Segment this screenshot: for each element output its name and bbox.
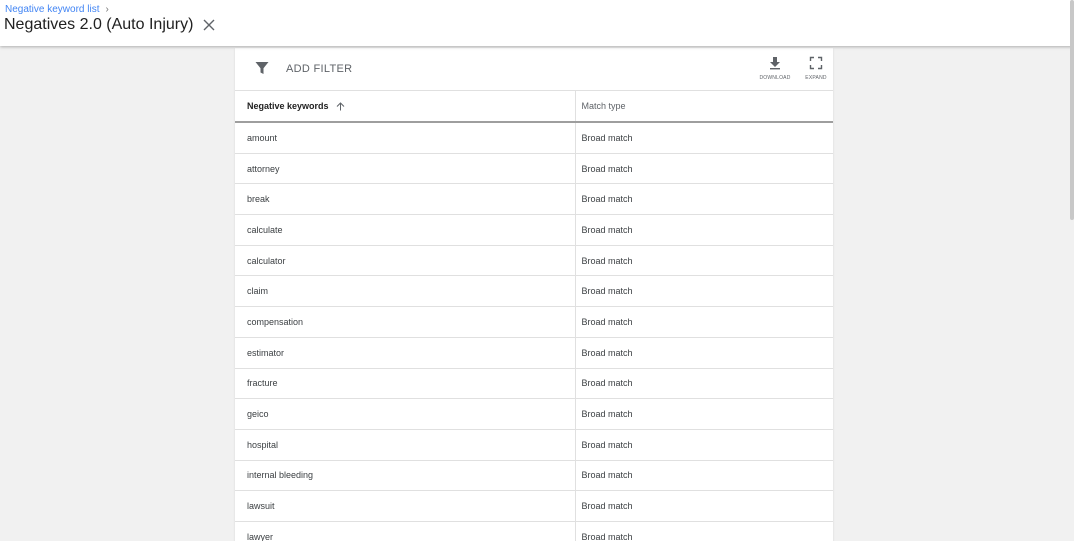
table-body: amount Broad match attorney Broad match brea…	[235, 122, 833, 541]
table-toolbar: ADD FILTER DOWNLOAD EXPAND	[235, 48, 833, 91]
table-row[interactable]: amount Broad match	[235, 122, 833, 154]
keyword-cell: compensation	[235, 306, 576, 338]
match-type-cell: Broad match	[575, 275, 833, 308]
keyword-cell: amount	[235, 122, 576, 154]
download-label: DOWNLOAD	[759, 75, 791, 81]
table-row[interactable]: compensation Broad match	[235, 306, 833, 338]
page-header: Negative keyword list › Negatives 2.0 (A…	[0, 0, 1074, 46]
table-row[interactable]: calculator Broad match	[235, 245, 833, 277]
keyword-cell: hospital	[235, 429, 576, 461]
table-row[interactable]: lawsuit Broad match	[235, 490, 833, 522]
add-filter-button[interactable]: ADD FILTER	[286, 62, 352, 76]
column-header-match-type[interactable]: Match type	[575, 91, 833, 123]
match-type-cell: Broad match	[575, 460, 833, 492]
keyword-cell: geico	[235, 398, 576, 430]
match-type-cell: Broad match	[575, 245, 833, 277]
table-row[interactable]: calculate Broad match	[235, 214, 833, 246]
table-row[interactable]: fracture Broad match	[235, 368, 833, 400]
match-type-cell: Broad match	[575, 337, 833, 369]
keyword-cell: fracture	[235, 368, 576, 400]
close-icon[interactable]	[201, 17, 217, 33]
keyword-table-card: ADD FILTER DOWNLOAD EXPAND Negative keyw…	[235, 48, 833, 541]
match-type-cell: Broad match	[575, 122, 833, 154]
match-type-cell: Broad match	[575, 306, 833, 338]
keyword-cell: calculate	[235, 214, 576, 246]
table-row[interactable]: break Broad match	[235, 183, 833, 216]
page-title: Negatives 2.0 (Auto Injury)	[4, 16, 194, 33]
keyword-cell: calculator	[235, 245, 576, 277]
match-type-cell: Broad match	[575, 153, 833, 185]
match-type-cell: Broad match	[575, 490, 833, 522]
fullscreen-icon	[809, 56, 823, 70]
page-title-row: Negatives 2.0 (Auto Injury)	[4, 15, 217, 35]
table-row[interactable]: lawyer Broad match	[235, 521, 833, 541]
keyword-cell: internal bleeding	[235, 460, 576, 492]
table-row[interactable]: internal bleeding Broad match	[235, 460, 833, 492]
table-row[interactable]: claim Broad match	[235, 275, 833, 308]
table-row[interactable]: geico Broad match	[235, 398, 833, 430]
column-header-negative-keywords[interactable]: Negative keywords	[235, 91, 576, 123]
page-scrollbar[interactable]	[1070, 0, 1074, 220]
keyword-cell: lawsuit	[235, 490, 576, 522]
column-header-label: Negative keywords	[247, 100, 329, 111]
download-button[interactable]: DOWNLOAD	[758, 56, 792, 82]
expand-button[interactable]: EXPAND	[799, 56, 833, 82]
arrow-up-icon	[336, 102, 345, 111]
expand-label: EXPAND	[805, 75, 827, 81]
table-header-row: Negative keywords Match type	[235, 91, 833, 123]
match-type-cell: Broad match	[575, 521, 833, 541]
filter-icon[interactable]	[255, 61, 269, 75]
match-type-cell: Broad match	[575, 183, 833, 216]
match-type-cell: Broad match	[575, 214, 833, 246]
keyword-cell: estimator	[235, 337, 576, 369]
keyword-cell: attorney	[235, 153, 576, 185]
keyword-cell: claim	[235, 275, 576, 308]
download-icon	[768, 56, 782, 70]
table-row[interactable]: attorney Broad match	[235, 153, 833, 185]
keyword-cell: break	[235, 183, 576, 216]
negative-keywords-table: Negative keywords Match type amount Broad…	[235, 91, 833, 541]
match-type-cell: Broad match	[575, 368, 833, 400]
table-row[interactable]: estimator Broad match	[235, 337, 833, 369]
table-row[interactable]: hospital Broad match	[235, 429, 833, 461]
match-type-cell: Broad match	[575, 398, 833, 430]
keyword-cell: lawyer	[235, 521, 576, 541]
column-header-label: Match type	[581, 101, 626, 111]
match-type-cell: Broad match	[575, 429, 833, 461]
